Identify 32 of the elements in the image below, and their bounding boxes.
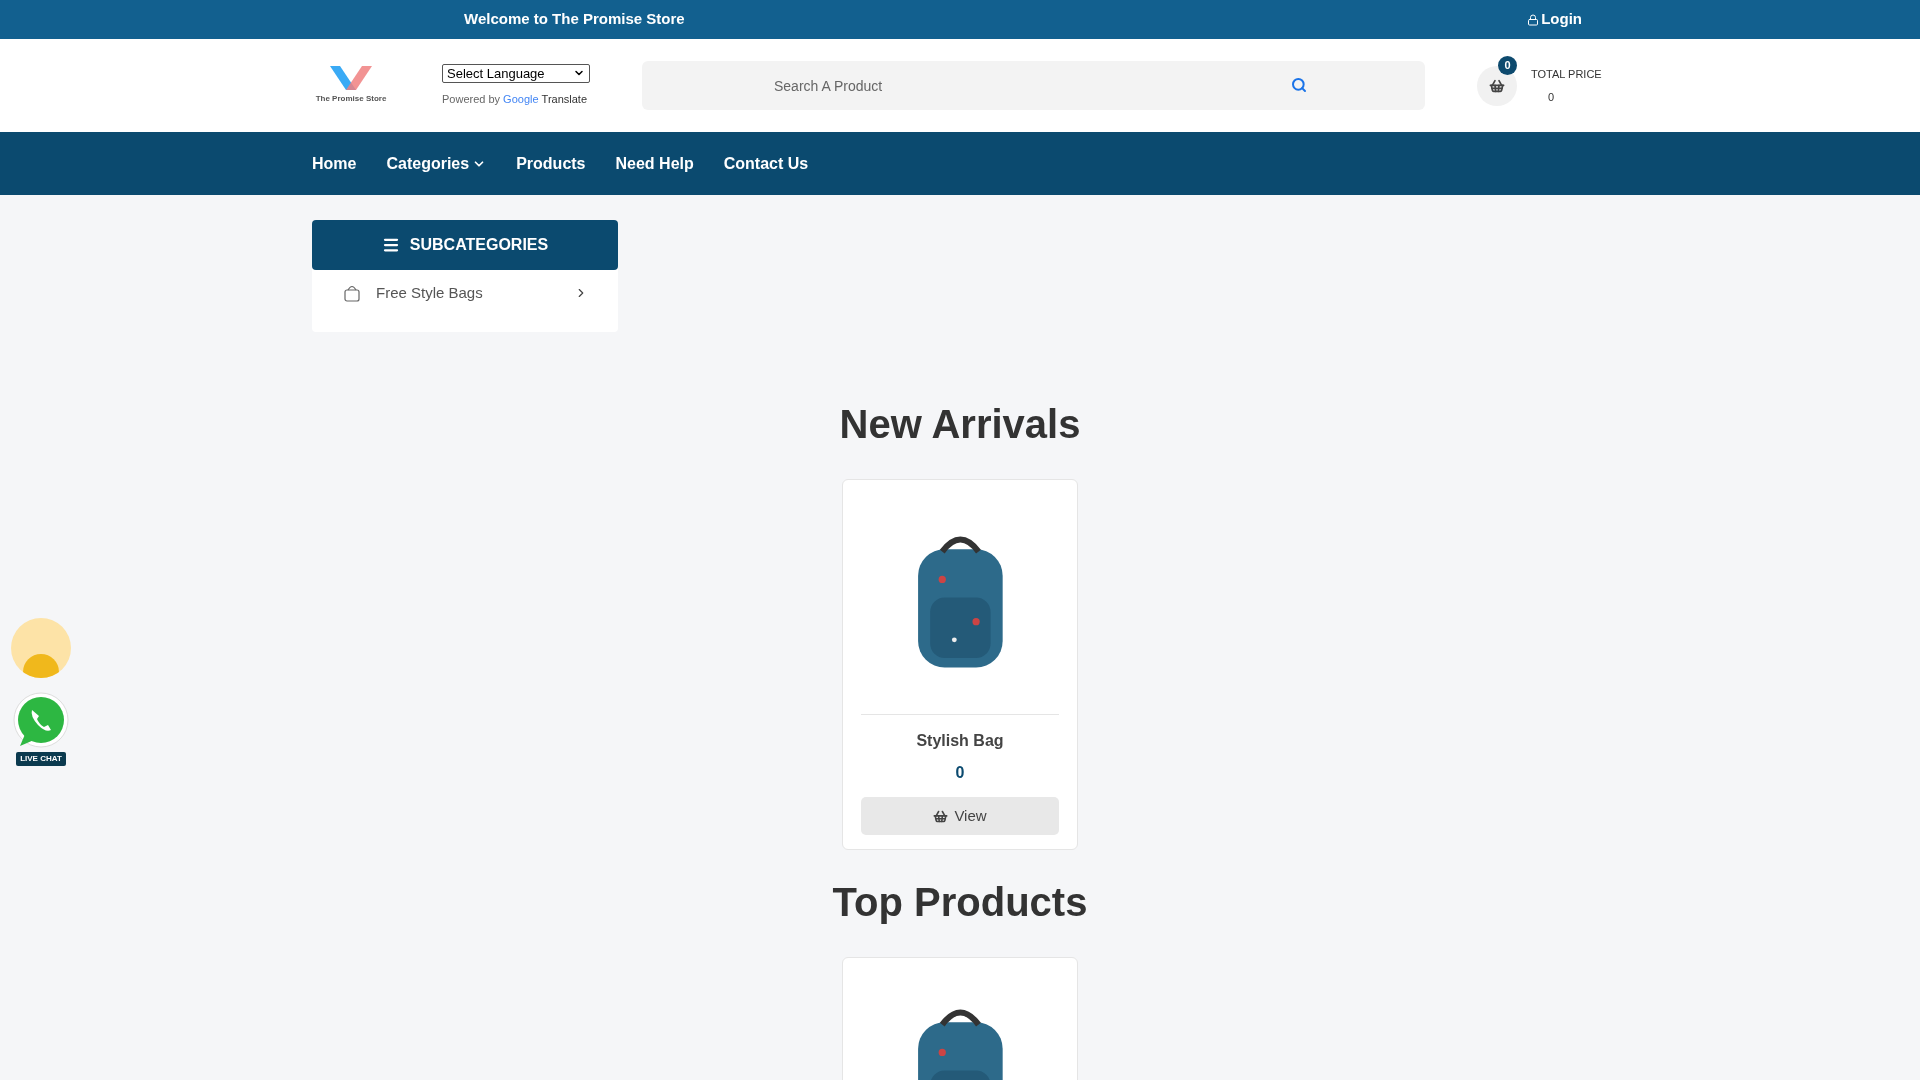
welcome-text: Welcome to The Promise Store	[464, 9, 685, 30]
nav-link[interactable]: Categories	[386, 151, 487, 176]
subcategory-item[interactable]: Free Style Bags	[312, 270, 618, 316]
live-chat-label: LIVE CHAT	[16, 752, 66, 766]
nav-link[interactable]: Need Help	[615, 151, 694, 176]
language-select[interactable]: Select Language	[442, 63, 590, 83]
nav-link[interactable]: Contact Us	[723, 151, 809, 176]
section-heading: New Arrivals	[839, 401, 1081, 448]
total-price-value: 0	[1548, 89, 1555, 105]
section-heading: Top Products	[832, 879, 1088, 926]
lock-icon	[1527, 13, 1540, 26]
menu-icon	[381, 236, 400, 254]
store-logo[interactable]: The Promise Store	[312, 66, 390, 105]
total-price-label: TOTAL PRICE	[1531, 67, 1602, 82]
logo-text: The Promise Store	[315, 93, 387, 105]
search-field[interactable]: Search A Product	[642, 61, 1425, 110]
powered-by-text: Powered by	[442, 91, 501, 107]
product-price: 0	[955, 763, 965, 783]
login-link[interactable]: Login	[1527, 8, 1582, 31]
search-icon[interactable]	[1291, 77, 1307, 93]
subcategory-label: Free Style Bags	[376, 282, 484, 303]
basket-icon	[1489, 77, 1505, 94]
cart-count-badge: 0	[1498, 55, 1517, 75]
translate-link[interactable]: Translate	[541, 90, 588, 108]
nav-link[interactable]: Products	[516, 151, 586, 176]
view-button[interactable]: View	[861, 797, 1059, 835]
nav-link[interactable]: Home	[312, 151, 357, 176]
product-name: Stylish Bag	[916, 731, 1004, 751]
subcategories-title: SUBCATEGORIES	[409, 235, 549, 255]
bag-icon	[342, 283, 362, 303]
basket-icon	[933, 808, 949, 824]
google-text: Google	[503, 91, 539, 107]
